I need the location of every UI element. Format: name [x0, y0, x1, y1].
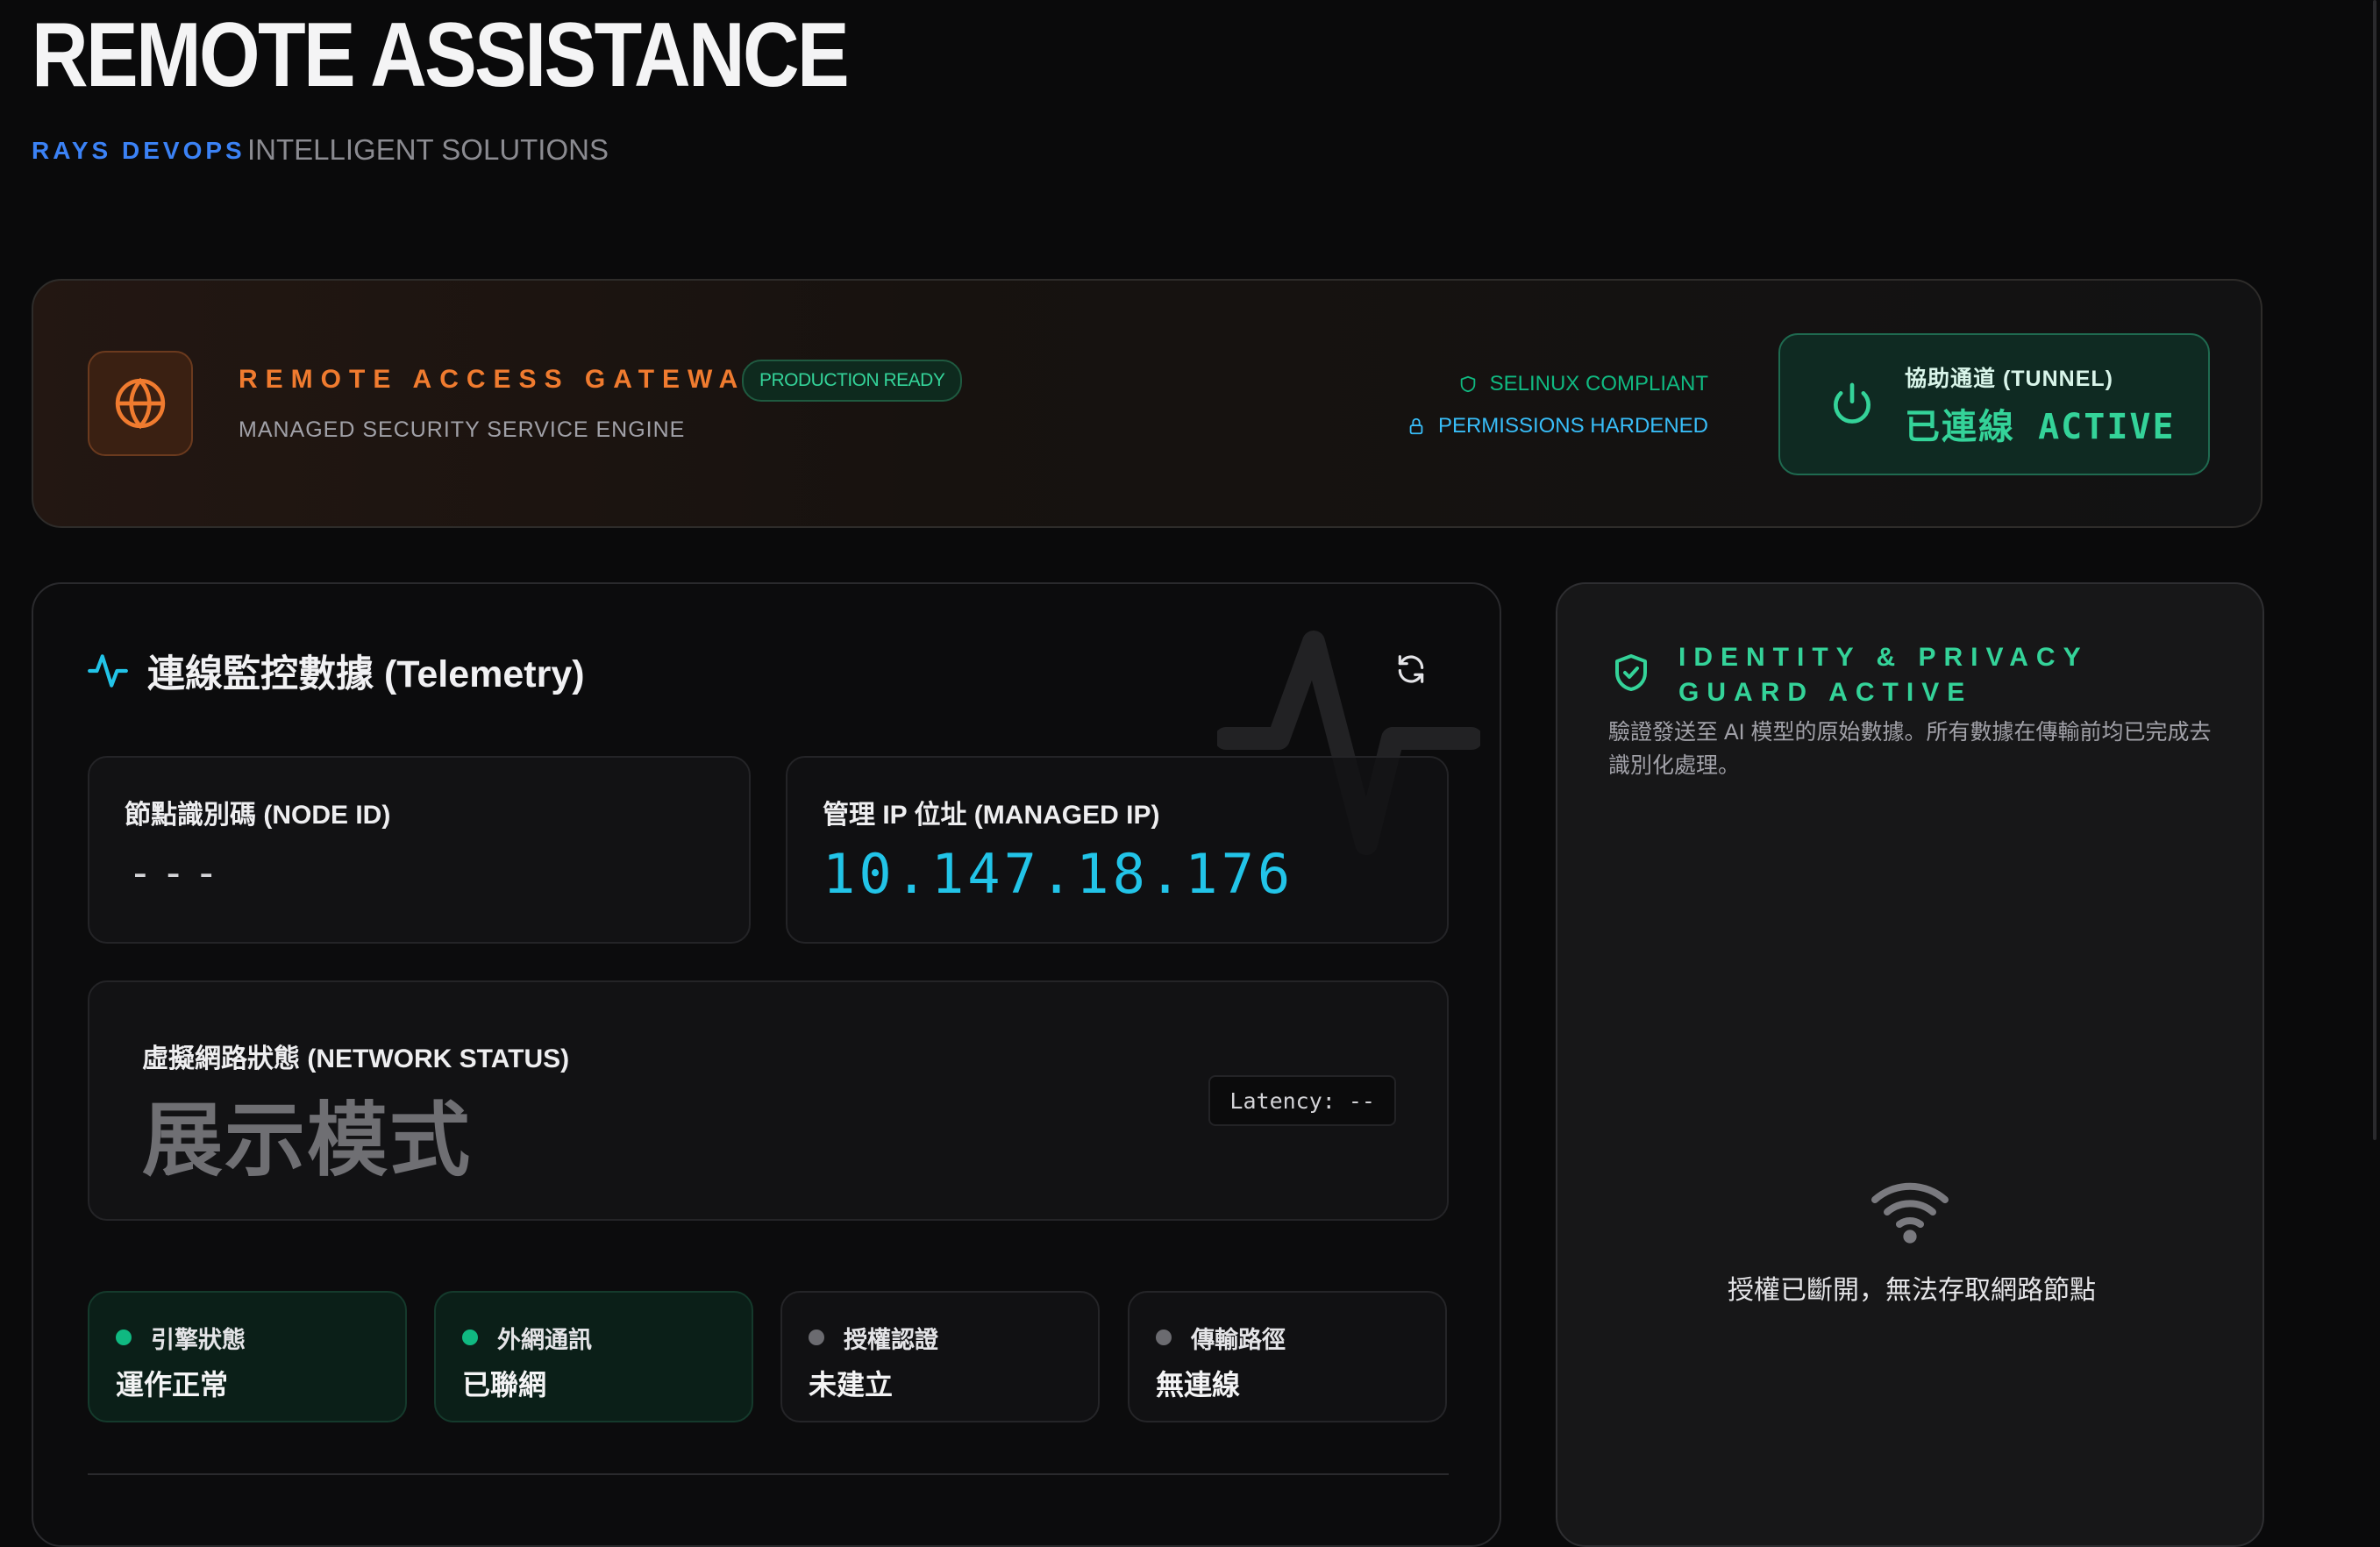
privacy-guard-description: 驗證發送至 AI 模型的原始數據。所有數據在傳輸前均已完成去識別化處理。: [1608, 720, 2212, 778]
privacy-guard-title: IDENTITY & PRIVACY GUARD ACTIVE: [1678, 643, 2089, 707]
permissions-hardened: PERMISSIONS HARDENED: [1407, 414, 1708, 438]
privacy-guard-panel: IDENTITY & PRIVACY GUARD ACTIVE 驗證發送至 AI…: [1556, 582, 2264, 1547]
tunnel-label: 協助通道 (TUNNEL): [1905, 367, 2113, 391]
shield-check-icon: [1610, 651, 1652, 699]
status-dot: [809, 1330, 824, 1345]
gateway-subtitle: MANAGED SECURITY SERVICE ENGINE: [239, 417, 686, 442]
refresh-icon[interactable]: [1394, 652, 1428, 690]
tunnel-status: 已連線 ACTIVE: [1905, 407, 2176, 447]
transport-status-label: 傳輸路徑: [1191, 1327, 1286, 1353]
globe-icon: [88, 351, 193, 456]
brand-name: RAYS DEVOPS: [32, 137, 246, 164]
power-icon: [1828, 379, 1877, 432]
disconnected-message: 授權已斷開，無法存取網路節點: [1728, 1276, 2096, 1305]
network-status-value: 展示模式: [142, 1096, 473, 1186]
managed-ip-label: 管理 IP 位址 (MANAGED IP): [823, 801, 1160, 830]
status-dot: [1156, 1330, 1172, 1345]
telemetry-title: 連線監控數據 (Telemetry): [147, 653, 585, 695]
gateway-card: REMOTE ACCESS GATEWAY PRODUCTION READY M…: [32, 279, 2262, 528]
engine-status-value: 運作正常: [116, 1369, 229, 1401]
telemetry-panel: 連線監控數據 (Telemetry) 節點識別碼 (NODE ID) --- 管…: [32, 582, 1501, 1547]
divider: [88, 1473, 1449, 1475]
network-status-card: 虛擬網路狀態 (NETWORK STATUS) 展示模式 Latency: --: [88, 980, 1449, 1221]
tunnel-status-button[interactable]: 協助通道 (TUNNEL) 已連線 ACTIVE: [1778, 333, 2210, 475]
selinux-label: SELINUX COMPLIANT: [1489, 372, 1708, 396]
managed-ip-card: 管理 IP 位址 (MANAGED IP) 10.147.18.176: [786, 756, 1449, 944]
selinux-compliance: SELINUX COMPLIANT: [1458, 372, 1708, 396]
permissions-label: PERMISSIONS HARDENED: [1437, 414, 1708, 438]
gateway-title: REMOTE ACCESS GATEWAY: [239, 365, 769, 394]
auth-status-value: 未建立: [809, 1369, 894, 1401]
internet-status-label: 外網通訊: [497, 1327, 592, 1353]
auth-status-label: 授權認證: [844, 1327, 938, 1353]
shield-icon: [1460, 375, 1475, 393]
wifi-icon: [1866, 1177, 1954, 1251]
latency-readout: Latency: --: [1208, 1075, 1396, 1126]
activity-icon: [86, 647, 130, 699]
managed-ip-value: 10.147.18.176: [823, 842, 1294, 906]
transport-status: 傳輸路徑 無連線: [1128, 1291, 1447, 1422]
production-ready-badge: PRODUCTION READY: [742, 360, 963, 402]
internet-status-value: 已聯網: [462, 1369, 547, 1401]
scrollbar[interactable]: [2373, 0, 2376, 1140]
node-id-value: ---: [128, 849, 228, 896]
engine-status: 引擎狀態 運作正常: [88, 1291, 407, 1422]
status-dot: [116, 1330, 132, 1345]
status-dot: [462, 1330, 478, 1345]
internet-status: 外網通訊 已聯網: [434, 1291, 753, 1422]
page-title: REMOTE ASSISTANCE: [32, 4, 850, 106]
network-status-label: 虛擬網路狀態 (NETWORK STATUS): [142, 1044, 570, 1073]
engine-status-label: 引擎狀態: [151, 1327, 246, 1353]
node-id-label: 節點識別碼 (NODE ID): [125, 801, 391, 830]
auth-status: 授權認證 未建立: [780, 1291, 1100, 1422]
transport-status-value: 無連線: [1156, 1369, 1241, 1401]
lock-icon: [1409, 417, 1423, 435]
node-id-card: 節點識別碼 (NODE ID) ---: [88, 756, 751, 944]
brand-tagline: INTELLIGENT SOLUTIONS: [247, 133, 609, 166]
